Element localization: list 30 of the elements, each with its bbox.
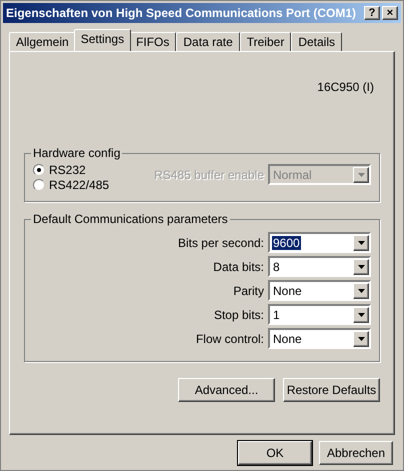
group-title: Hardware config [32, 145, 122, 162]
group-title: Default Communications parameters [32, 211, 229, 228]
field-label: Parity [233, 282, 264, 300]
dialog-button[interactable]: OK [238, 441, 312, 465]
chip-type-label: 16C950 (I) [317, 79, 374, 96]
field-label: Bits per second: [178, 234, 264, 252]
tab[interactable]: Details [291, 32, 342, 51]
title-bar-button[interactable]: × [382, 6, 398, 20]
radio-label: RS422/485 [49, 176, 110, 194]
radio-button[interactable] [33, 164, 45, 176]
dialog-button[interactable]: Restore Defaults [283, 378, 380, 402]
dropdown[interactable]: None [268, 280, 371, 301]
tab[interactable]: Allgemein [9, 32, 76, 51]
field-label: Flow control: [196, 330, 264, 348]
field-label: Stop bits: [214, 306, 264, 324]
dropdown[interactable]: 8 [268, 256, 371, 277]
window-title: Eigenschaften von High Speed Communications Port (COM1) [6, 5, 358, 22]
tab[interactable]: Settings [74, 29, 132, 51]
field-label: Data bits: [213, 258, 264, 276]
dialog-button[interactable]: Advanced... [178, 378, 275, 402]
tab[interactable]: Data rate [176, 32, 240, 51]
dropdown[interactable]: 1 [268, 304, 371, 325]
tab[interactable]: FIFOs [129, 32, 176, 51]
dropdown[interactable]: None [268, 328, 371, 349]
title-bar-button[interactable]: ? [364, 6, 380, 20]
tab[interactable]: Treiber [240, 32, 292, 51]
dialog-button[interactable]: Abbrechen [319, 441, 393, 465]
radio-label: RS232 [49, 162, 86, 178]
dropdown[interactable]: 9600 [268, 232, 371, 253]
radio-button[interactable] [33, 178, 45, 190]
